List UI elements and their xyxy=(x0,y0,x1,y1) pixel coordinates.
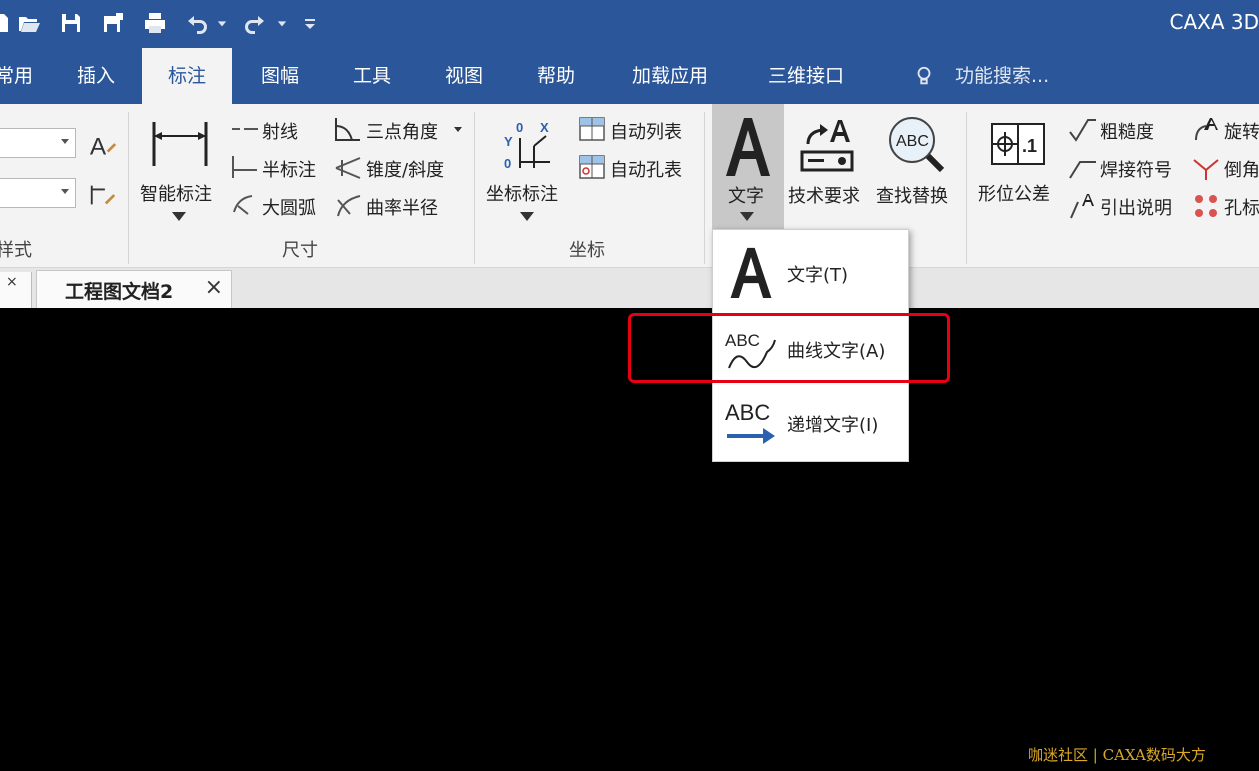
ray-label[interactable]: 射线 xyxy=(262,118,298,144)
chamfer-label[interactable]: 倒角 xyxy=(1224,156,1259,182)
coordinate-dimension-dropdown[interactable] xyxy=(520,212,534,221)
title-bar: CAXA 3D xyxy=(0,0,1259,48)
open-icon[interactable] xyxy=(14,8,44,38)
weld-symbol-icon xyxy=(1068,154,1098,182)
auto-hole-table-label[interactable]: 自动孔表 xyxy=(610,156,682,182)
text-style-combo[interactable] xyxy=(0,128,76,158)
roughness-icon xyxy=(1068,116,1098,144)
coordinate-dimension-label[interactable]: 坐标标注 xyxy=(486,180,558,206)
smart-dimension-icon[interactable] xyxy=(148,116,212,172)
roughness-label[interactable]: 粗糙度 xyxy=(1100,118,1154,144)
taper-icon xyxy=(332,154,364,182)
auto-list-label[interactable]: 自动列表 xyxy=(610,118,682,144)
curvature-radius-icon xyxy=(332,192,364,220)
dimension-group-label: 尺寸 xyxy=(282,240,318,261)
half-dimension-label[interactable]: 半标注 xyxy=(262,156,316,182)
text-label[interactable]: 文字 xyxy=(728,182,764,208)
tab-sheet[interactable]: 图幅 xyxy=(240,48,320,104)
dim-style-combo[interactable] xyxy=(0,178,76,208)
redo-icon[interactable] xyxy=(240,8,270,38)
technical-requirements-label[interactable]: 技术要求 xyxy=(788,182,860,208)
tab-common[interactable]: 常用 xyxy=(0,48,42,104)
svg-text:.1: .1 xyxy=(1022,136,1037,156)
svg-text:0: 0 xyxy=(516,120,523,135)
find-replace-label[interactable]: 查找替换 xyxy=(876,182,948,208)
menu-item-increment-text[interactable]: ABC 递增文字(I) xyxy=(713,384,908,460)
previous-document-tab[interactable]: × xyxy=(0,272,32,308)
svg-text:X: X xyxy=(540,120,549,135)
rotate-label[interactable]: 旋转 xyxy=(1224,118,1259,144)
watermark: 咖迷社区 | CAXA数码大方 xyxy=(1028,746,1206,764)
ribbon-panel: A 样式 智能标注 射线 半标注 大圆弧 三点角度 锥度/斜度 曲率半径 尺寸 … xyxy=(0,104,1259,268)
half-dimension-icon xyxy=(230,154,260,180)
customize-icon[interactable] xyxy=(298,8,322,38)
menu-item-text-label: 文字(T) xyxy=(787,265,849,286)
tab-load-apps[interactable]: 加载应用 xyxy=(614,48,726,104)
leader-note-label[interactable]: 引出说明 xyxy=(1100,194,1172,220)
tab-tools[interactable]: 工具 xyxy=(332,48,412,104)
auto-list-icon xyxy=(578,116,606,142)
svg-text:ABC: ABC xyxy=(725,400,770,425)
undo-dropdown-icon[interactable] xyxy=(212,8,232,38)
lightbulb-icon[interactable] xyxy=(910,62,938,90)
coordinate-dimension-icon[interactable]: 0 X Y 0 xyxy=(500,116,556,176)
ray-icon xyxy=(230,116,260,142)
weld-symbol-label[interactable]: 焊接符号 xyxy=(1100,156,1172,182)
menu-item-increment-text-label: 递增文字(I) xyxy=(787,415,879,436)
document-tab-close-icon[interactable]: × xyxy=(205,275,223,300)
svg-text:0: 0 xyxy=(504,156,511,171)
text-style-icon[interactable]: A xyxy=(86,128,120,162)
geometric-tolerance-icon[interactable]: .1 xyxy=(990,122,1046,166)
increment-text-icon: ABC xyxy=(723,388,779,456)
tab-3d-interface[interactable]: 三维接口 xyxy=(748,48,864,104)
svg-text:A: A xyxy=(90,133,107,160)
ribbon-tab-bar: 常用 插入 标注 图幅 工具 视图 帮助 加载应用 三维接口 功能搜索... xyxy=(0,48,1259,104)
coord-group-label: 坐标 xyxy=(569,240,605,261)
style-group-label: 样式 xyxy=(0,240,32,261)
tab-insert[interactable]: 插入 xyxy=(56,48,136,104)
save-icon[interactable] xyxy=(56,8,86,38)
tab-view[interactable]: 视图 xyxy=(424,48,504,104)
menu-item-text[interactable]: 文字(T) xyxy=(713,234,908,310)
highlight-box xyxy=(628,313,950,383)
tab-annotate[interactable]: 标注 xyxy=(142,48,232,104)
three-point-angle-label[interactable]: 三点角度 xyxy=(366,118,438,144)
previous-tab-close-icon[interactable]: × xyxy=(6,274,18,290)
technical-requirements-icon[interactable] xyxy=(798,114,856,176)
taper-label[interactable]: 锥度/斜度 xyxy=(366,156,444,182)
tab-help[interactable]: 帮助 xyxy=(516,48,596,104)
app-title: CAXA 3D xyxy=(1169,10,1259,34)
feature-search[interactable]: 功能搜索... xyxy=(955,48,1055,104)
hole-label-icon xyxy=(1192,192,1220,220)
hole-label[interactable]: 孔标 xyxy=(1224,194,1259,220)
big-arc-label[interactable]: 大圆弧 xyxy=(262,194,316,220)
redo-dropdown-icon[interactable] xyxy=(272,8,292,38)
document-tab-bar: × 工程图文档2 × xyxy=(0,268,1259,308)
smart-dimension-dropdown[interactable] xyxy=(172,212,186,221)
three-point-angle-dropdown[interactable] xyxy=(454,127,462,132)
document-tab[interactable]: 工程图文档2 × xyxy=(36,270,232,308)
save-as-icon[interactable] xyxy=(98,8,128,38)
dim-style-icon[interactable] xyxy=(86,178,120,212)
auto-hole-table-icon xyxy=(578,154,606,180)
print-icon[interactable] xyxy=(140,8,170,38)
text-a-icon xyxy=(723,238,779,306)
geometric-tolerance-label[interactable]: 形位公差 xyxy=(978,180,1050,206)
svg-text:Y: Y xyxy=(504,134,513,149)
document-tab-title[interactable]: 工程图文档2 xyxy=(65,277,173,304)
smart-dimension-label[interactable]: 智能标注 xyxy=(140,180,212,206)
text-icon[interactable] xyxy=(718,114,778,180)
rotate-label-icon xyxy=(1192,116,1220,144)
chamfer-icon xyxy=(1192,154,1220,182)
text-dropdown-arrow[interactable] xyxy=(740,212,754,221)
find-replace-icon[interactable]: ABC xyxy=(884,114,946,176)
curvature-radius-label[interactable]: 曲率半径 xyxy=(366,194,438,220)
leader-note-icon xyxy=(1068,192,1098,220)
big-arc-icon xyxy=(230,192,260,218)
three-point-angle-icon xyxy=(332,116,364,144)
undo-icon[interactable] xyxy=(182,8,212,38)
svg-text:ABC: ABC xyxy=(896,133,929,150)
